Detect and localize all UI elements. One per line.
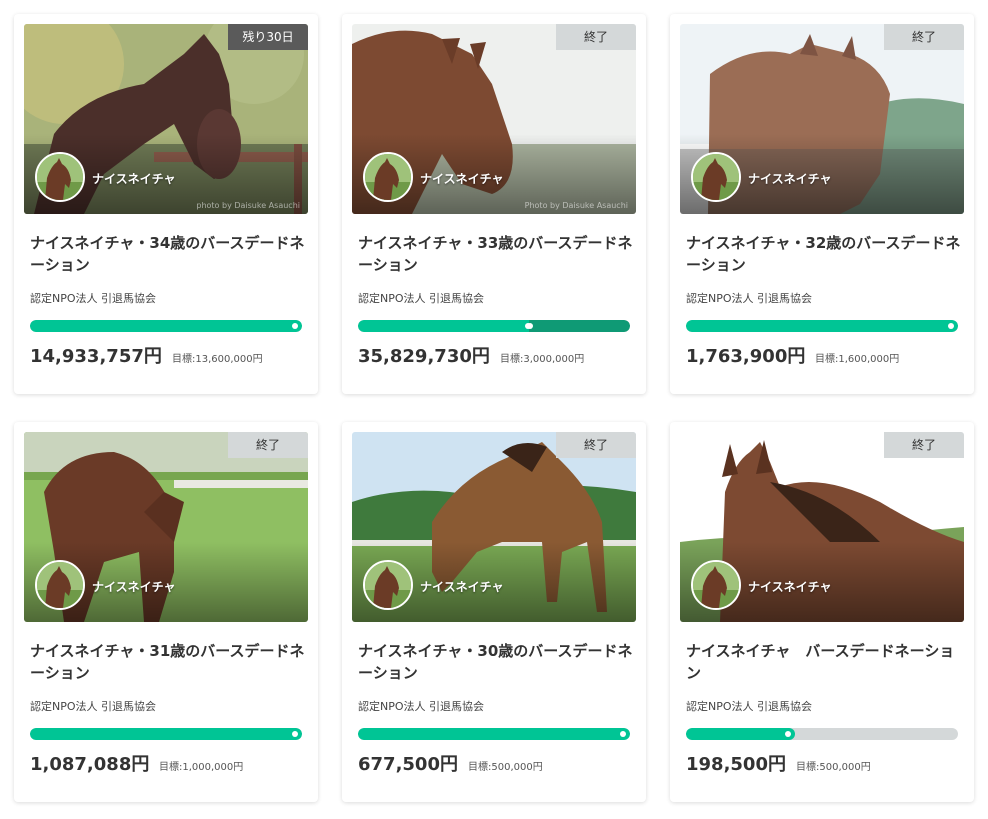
organization-name: 認定NPO法人 引退馬協会 (686, 292, 813, 305)
goal-amount: 目標:3,000,000円 (500, 354, 585, 365)
project-title[interactable]: ナイスネイチャ・31歳のバースデードネーション (30, 640, 306, 684)
progress-end-marker (292, 323, 298, 329)
raised-amount: 198,500円 (686, 754, 786, 775)
project-card-2[interactable]: 終了 ナイスネイチャ Photo by Daisuke Asauchi ナイスネ… (342, 14, 646, 394)
horse-name-label: ナイスネイチャ (420, 580, 504, 594)
progress-fill (686, 728, 795, 740)
funding-progress-bar (686, 728, 958, 740)
funding-progress-bar (358, 320, 630, 332)
progress-fill (358, 728, 630, 740)
project-photo[interactable]: 終了 ナイスネイチャ (24, 432, 308, 622)
progress-end-marker (292, 731, 298, 737)
progress-end-marker (620, 731, 626, 737)
project-card-6[interactable]: 終了 ナイスネイチャ ナイスネイチャ バースデードネーション 認定NPO法人 引… (670, 422, 974, 802)
progress-fill (30, 320, 302, 332)
horse-name-label: ナイスネイチャ (92, 172, 176, 186)
horse-avatar (35, 152, 85, 202)
project-card-1[interactable]: 残り30日 ナイスネイチャ photo by Daisuke Asauchi ナ… (14, 14, 318, 394)
progress-end-marker (785, 731, 791, 737)
progress-over-goal-fill (529, 320, 630, 332)
raised-amount: 1,763,900円 (686, 346, 806, 367)
horse-avatar (691, 152, 741, 202)
photo-credit: photo by Daisuke Asauchi (196, 201, 300, 210)
horse-name-label: ナイスネイチャ (748, 172, 832, 186)
project-photo[interactable]: 残り30日 ナイスネイチャ photo by Daisuke Asauchi (24, 24, 308, 214)
goal-amount: 目標:500,000円 (468, 762, 543, 773)
project-card-4[interactable]: 終了 ナイスネイチャ ナイスネイチャ・31歳のバースデードネーション 認定NPO… (14, 422, 318, 802)
progress-fill (358, 320, 535, 332)
horse-avatar-image (365, 562, 411, 608)
funding-progress-bar (358, 728, 630, 740)
organization-name: 認定NPO法人 引退馬協会 (358, 700, 485, 713)
horse-avatar-image (365, 154, 411, 200)
horse-avatar (363, 152, 413, 202)
funding-progress-bar (686, 320, 958, 332)
organization-name: 認定NPO法人 引退馬協会 (686, 700, 813, 713)
horse-name-label: ナイスネイチャ (748, 580, 832, 594)
funding-progress-bar (30, 320, 302, 332)
project-title[interactable]: ナイスネイチャ・33歳のバースデードネーション (358, 232, 634, 276)
raised-amount: 1,087,088円 (30, 754, 150, 775)
goal-amount: 目標:500,000円 (796, 762, 871, 773)
project-photo[interactable]: 終了 ナイスネイチャ (680, 24, 964, 214)
horse-avatar-image (693, 154, 739, 200)
horse-avatar (363, 560, 413, 610)
horse-name-label: ナイスネイチャ (92, 580, 176, 594)
raised-amount: 14,933,757円 (30, 346, 162, 367)
project-title[interactable]: ナイスネイチャ バースデードネーション (686, 640, 962, 684)
goal-amount: 目標:1,600,000円 (815, 354, 900, 365)
project-photo[interactable]: 終了 ナイスネイチャ (352, 432, 636, 622)
status-badge: 終了 (556, 24, 636, 50)
status-badge: 終了 (884, 432, 964, 458)
status-badge: 終了 (228, 432, 308, 458)
organization-name: 認定NPO法人 引退馬協会 (358, 292, 485, 305)
project-photo[interactable]: 終了 ナイスネイチャ Photo by Daisuke Asauchi (352, 24, 636, 214)
status-badge: 終了 (884, 24, 964, 50)
status-badge: 終了 (556, 432, 636, 458)
raised-amount: 677,500円 (358, 754, 458, 775)
project-photo[interactable]: 終了 ナイスネイチャ (680, 432, 964, 622)
horse-avatar (691, 560, 741, 610)
project-card-5[interactable]: 終了 ナイスネイチャ ナイスネイチャ・30歳のバースデードネーション 認定NPO… (342, 422, 646, 802)
progress-end-marker (948, 323, 954, 329)
raised-amount: 35,829,730円 (358, 346, 490, 367)
horse-name-label: ナイスネイチャ (420, 172, 504, 186)
horse-avatar (35, 560, 85, 610)
photo-credit: Photo by Daisuke Asauchi (524, 201, 628, 210)
organization-name: 認定NPO法人 引退馬協会 (30, 292, 157, 305)
progress-fill (30, 728, 302, 740)
project-title[interactable]: ナイスネイチャ・32歳のバースデードネーション (686, 232, 962, 276)
horse-avatar-image (37, 154, 83, 200)
funding-progress-bar (30, 728, 302, 740)
progress-end-marker (525, 323, 531, 329)
project-card-3[interactable]: 終了 ナイスネイチャ ナイスネイチャ・32歳のバースデードネーション 認定NPO… (670, 14, 974, 394)
goal-amount: 目標:13,600,000円 (172, 354, 263, 365)
progress-fill (686, 320, 958, 332)
project-title[interactable]: ナイスネイチャ・34歳のバースデードネーション (30, 232, 306, 276)
horse-avatar-image (693, 562, 739, 608)
project-title[interactable]: ナイスネイチャ・30歳のバースデードネーション (358, 640, 634, 684)
status-badge: 残り30日 (228, 24, 308, 50)
horse-avatar-image (37, 562, 83, 608)
organization-name: 認定NPO法人 引退馬協会 (30, 700, 157, 713)
goal-amount: 目標:1,000,000円 (159, 762, 244, 773)
